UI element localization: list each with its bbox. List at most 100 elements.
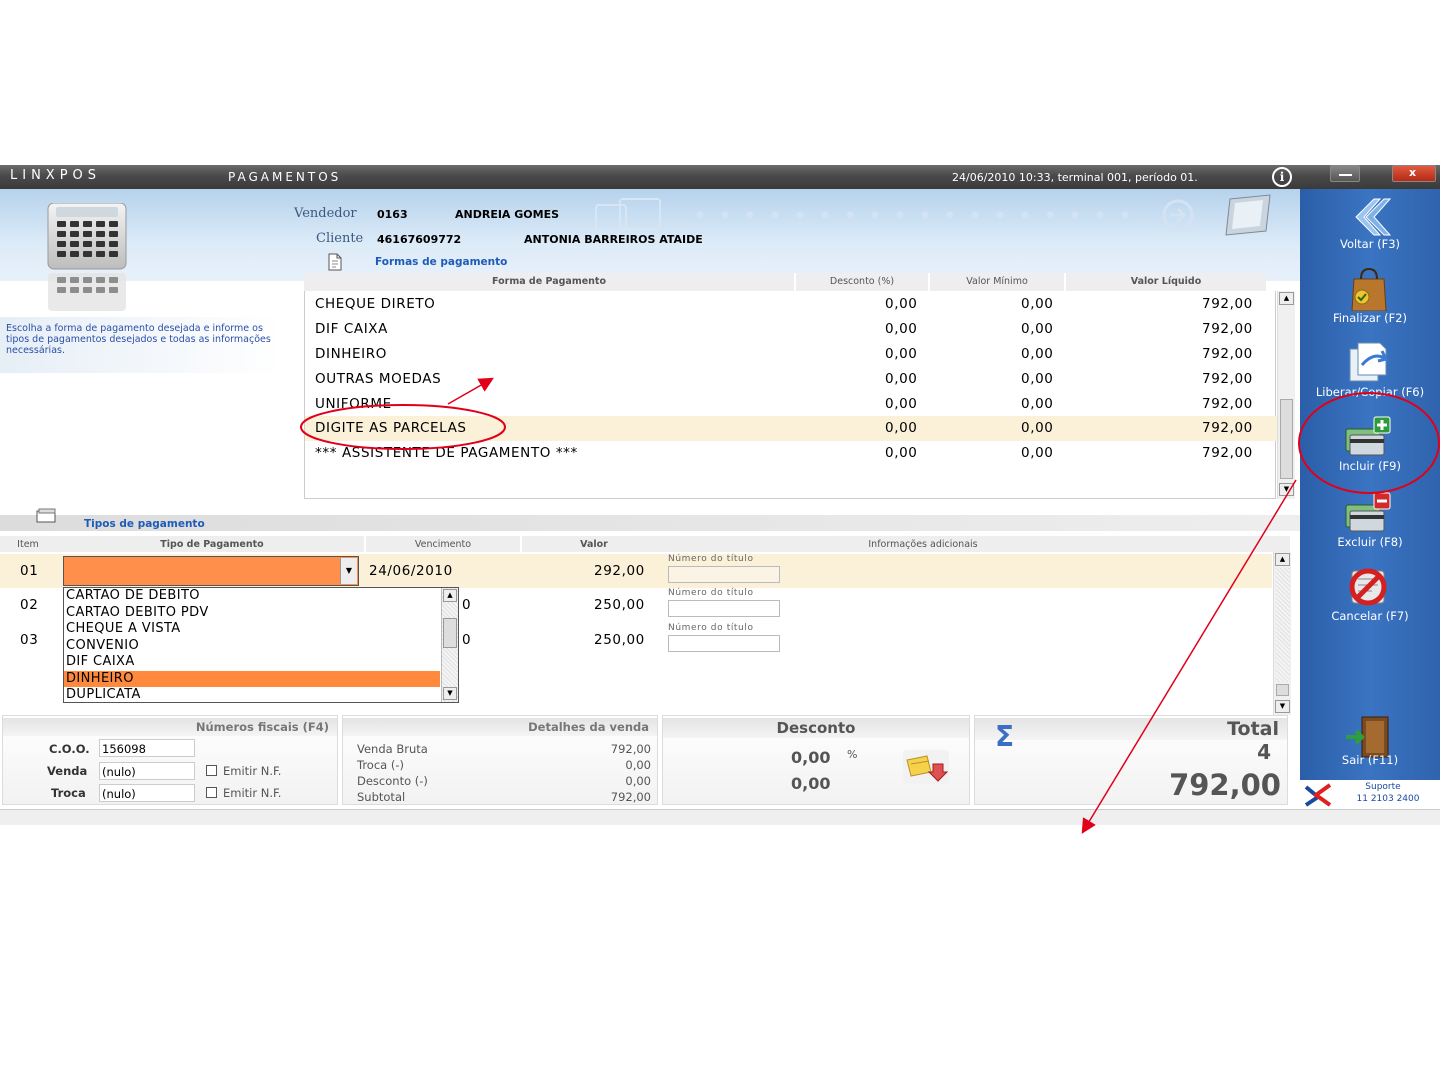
dropdown-option[interactable]: CARTAO DEBITO PDV	[64, 605, 440, 622]
forma-liquido: 792,00	[1202, 321, 1253, 337]
fiscal-title: Números fiscais (F4)	[3, 718, 337, 736]
emitir-nf-venda-checkbox[interactable]	[206, 765, 217, 776]
detail-label: Desconto (-)	[357, 774, 428, 788]
forma-liquido: 792,00	[1202, 396, 1253, 412]
scroll-thumb[interactable]	[1276, 684, 1289, 696]
forma-desconto: 0,00	[885, 321, 918, 337]
dropdown-option[interactable]: DIF CAIXA	[64, 654, 440, 671]
forma-name: OUTRAS MOEDAS	[315, 371, 442, 387]
forma-row-selected[interactable]: DIGITE AS PARCELAS 0,00 0,00 792,00	[305, 416, 1277, 441]
forma-liquido: 792,00	[1202, 445, 1253, 461]
numero-titulo-input[interactable]	[668, 600, 780, 617]
troca-input[interactable]: (nulo)	[99, 784, 195, 802]
scroll-down-button[interactable]: ▼	[1275, 700, 1290, 713]
tipo-pagamento-combo[interactable]: ▼	[63, 556, 359, 586]
forma-liquido: 792,00	[1202, 346, 1253, 362]
apply-discount-icon[interactable]	[903, 750, 949, 784]
forma-liquido: 792,00	[1202, 296, 1253, 312]
back-chevron-icon	[1355, 198, 1392, 236]
troca-label: Troca	[51, 786, 86, 800]
finalizar-label: Finalizar (F2)	[1332, 311, 1408, 325]
forma-row[interactable]: UNIFORME 0,00 0,00 792,00	[305, 392, 1277, 417]
dropdown-option[interactable]: CARTAO DE DEBITO	[64, 588, 440, 605]
desconto-percent: 0,00	[791, 748, 831, 767]
chevron-down-icon[interactable]: ▼	[340, 558, 357, 584]
scroll-up-button[interactable]: ▲	[443, 589, 457, 602]
forma-row[interactable]: *** ASSISTENTE DE PAGAMENTO *** 0,00 0,0…	[305, 441, 1277, 466]
tipos-column-headers: Item Tipo de Pagamento Vencimento Valor …	[0, 536, 1290, 552]
coo-input[interactable]: 156098	[99, 739, 195, 757]
app-logo: LINXPOS	[10, 168, 102, 183]
forma-desconto: 0,00	[885, 371, 918, 387]
forma-name: DINHEIRO	[315, 346, 387, 362]
scroll-thumb[interactable]	[443, 618, 457, 648]
dropdown-scrollbar[interactable]: ▲ ▼	[441, 588, 458, 702]
tipo-valor: 292,00	[594, 563, 645, 579]
emitir-nf-troca-checkbox[interactable]	[206, 787, 217, 798]
incluir-label: Incluir (F9)	[1339, 459, 1401, 473]
formas-scrollbar[interactable]: ▲ ▼	[1277, 291, 1295, 499]
vendedor-name: ANDREIA GOMES	[455, 208, 560, 221]
sigma-icon: Σ	[995, 720, 1015, 753]
liberar-copiar-button[interactable]: Liberar/Copiar (F6)	[1300, 339, 1440, 411]
forma-row[interactable]: OUTRAS MOEDAS 0,00 0,00 792,00	[305, 367, 1277, 392]
sair-button[interactable]: Sair (F11)	[1300, 713, 1440, 775]
scroll-down-button[interactable]: ▼	[443, 687, 457, 700]
forma-minimo: 0,00	[1021, 445, 1054, 461]
scroll-down-button[interactable]: ▼	[1279, 483, 1294, 496]
forma-name: *** ASSISTENTE DE PAGAMENTO ***	[315, 445, 578, 461]
detail-value: 0,00	[625, 758, 651, 772]
voltar-button[interactable]: Voltar (F3)	[1300, 193, 1440, 263]
forma-name: DIGITE AS PARCELAS	[315, 420, 467, 436]
scroll-thumb[interactable]	[1280, 399, 1293, 479]
forma-name: DIF CAIXA	[315, 321, 388, 337]
numero-titulo-input[interactable]	[668, 635, 780, 652]
action-sidebar: Voltar (F3) Finalizar (F2) Liberar/Copia…	[1300, 189, 1440, 809]
numero-titulo-input[interactable]	[668, 566, 780, 583]
detail-label: Troca (-)	[357, 758, 404, 772]
excluir-button[interactable]: Excluir (F8)	[1300, 489, 1440, 561]
tipo-valor: 250,00	[594, 632, 645, 648]
tipo-pagamento-dropdown[interactable]: CARTAO DE DEBITO CARTAO DEBITO PDV CHEQU…	[63, 587, 459, 703]
tipos-scrollbar[interactable]: ▲ ▼	[1273, 552, 1291, 715]
coo-label: C.O.O.	[49, 742, 90, 756]
forma-desconto: 0,00	[885, 445, 918, 461]
venda-input[interactable]: (nulo)	[99, 762, 195, 780]
minimize-icon	[1339, 174, 1352, 176]
forma-minimo: 0,00	[1021, 371, 1054, 387]
tipo-item: 03	[20, 632, 39, 648]
title-bar: LINXPOS PAGAMENTOS 24/06/2010 10:33, ter…	[0, 165, 1440, 189]
col-tipo: Tipo de Pagamento	[160, 539, 264, 550]
finalizar-button[interactable]: Finalizar (F2)	[1300, 265, 1440, 337]
forma-row[interactable]: DIF CAIXA 0,00 0,00 792,00	[305, 317, 1277, 342]
detail-value: 0,00	[625, 774, 651, 788]
status-bar	[0, 809, 1440, 825]
scroll-up-button[interactable]: ▲	[1275, 553, 1290, 566]
linx-logo-icon	[1304, 783, 1332, 807]
col-vencimento: Vencimento	[414, 539, 472, 550]
info-label: Número do título	[668, 588, 754, 598]
info-label: Número do título	[668, 554, 754, 564]
session-status: 24/06/2010 10:33, terminal 001, período …	[952, 171, 1198, 184]
info-icon[interactable]: i	[1272, 167, 1292, 187]
detail-value: 792,00	[610, 742, 651, 756]
col-item: Item	[17, 539, 39, 550]
close-icon: x	[1409, 166, 1417, 179]
detail-label: Subtotal	[357, 790, 406, 804]
scroll-track[interactable]	[1276, 568, 1290, 682]
sale-header: Vendedor 0163 ANDREIA GOMES Cliente 4616…	[0, 189, 1300, 281]
dropdown-option[interactable]: DUPLICATA	[64, 687, 440, 704]
close-button[interactable]: x	[1392, 165, 1436, 182]
forma-row[interactable]: DINHEIRO 0,00 0,00 792,00	[305, 342, 1277, 367]
forma-minimo: 0,00	[1021, 321, 1054, 337]
scroll-up-button[interactable]: ▲	[1279, 292, 1294, 305]
dropdown-option[interactable]: CHEQUE A VISTA	[64, 621, 440, 638]
tipos-section-title: Tipos de pagamento	[84, 518, 205, 530]
forma-row[interactable]: CHEQUE DIRETO 0,00 0,00 792,00	[305, 292, 1277, 317]
dropdown-option[interactable]: CONVENIO	[64, 638, 440, 655]
incluir-button[interactable]: Incluir (F9)	[1300, 413, 1440, 487]
dropdown-option-highlighted[interactable]: DINHEIRO	[64, 670, 440, 687]
formas-section-title: Formas de pagamento	[375, 256, 508, 268]
cancelar-button[interactable]: Cancelar (F7)	[1300, 563, 1440, 635]
minimize-button[interactable]	[1330, 165, 1360, 182]
